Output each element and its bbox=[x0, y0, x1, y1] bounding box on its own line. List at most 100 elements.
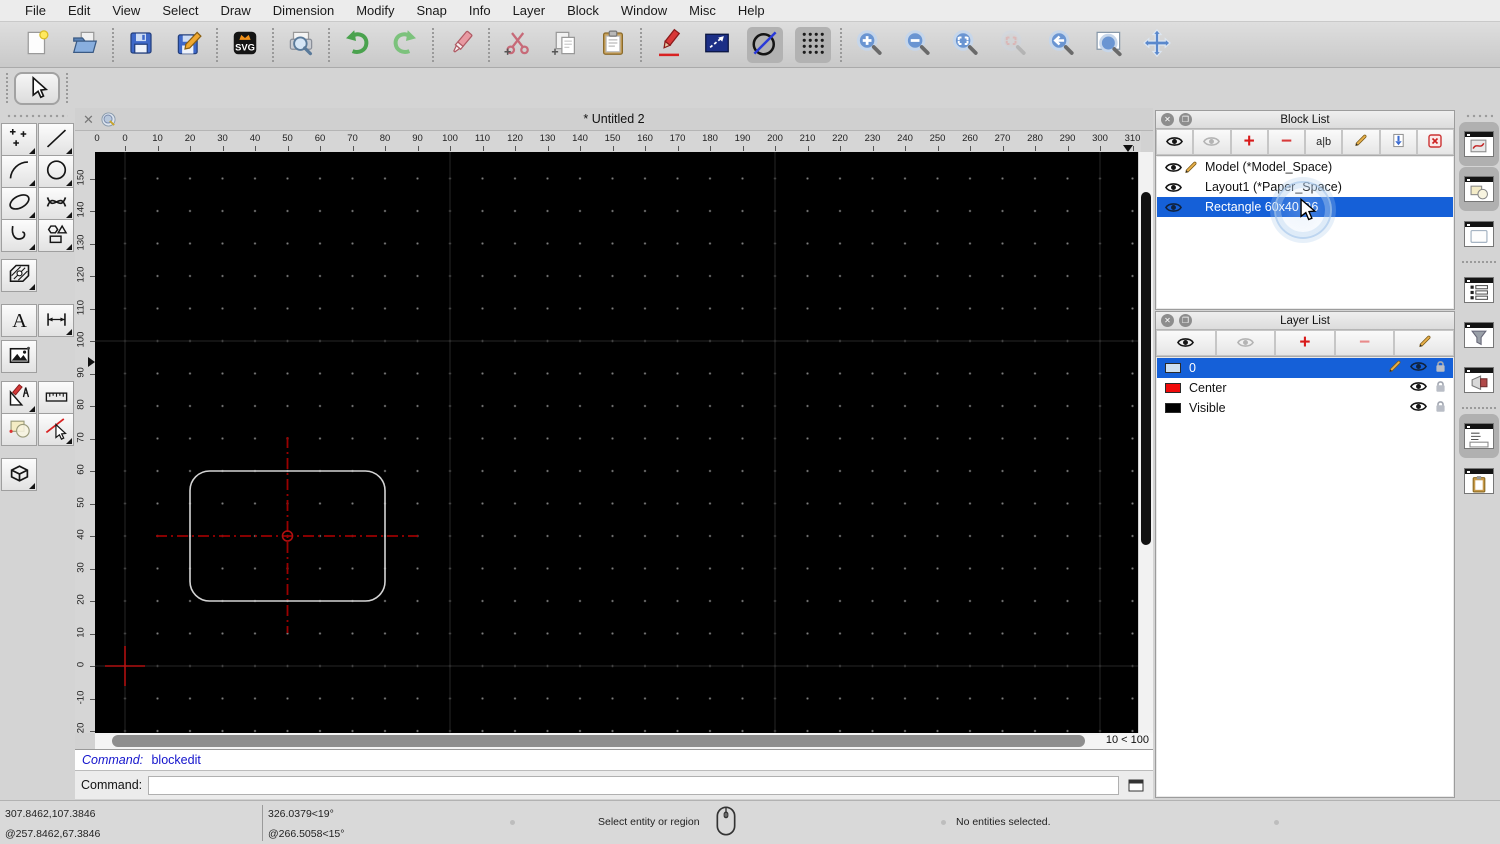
undo-button[interactable] bbox=[339, 27, 375, 63]
zoom-selection-button[interactable] bbox=[995, 27, 1031, 63]
delete-entities-button[interactable] bbox=[443, 27, 479, 63]
grid-toggle-button[interactable] bbox=[795, 27, 831, 63]
visibility-eye-icon[interactable] bbox=[1165, 162, 1183, 173]
command-input[interactable] bbox=[148, 776, 1119, 795]
insert-block-button[interactable] bbox=[1380, 129, 1417, 155]
circle-tool-button[interactable] bbox=[38, 155, 74, 188]
menu-draw[interactable]: Draw bbox=[209, 0, 261, 22]
block-3d-tool-button[interactable] bbox=[1, 458, 37, 491]
add-layer-button[interactable]: + bbox=[1275, 330, 1335, 356]
text-tool-button[interactable]: A bbox=[1, 304, 37, 337]
add-block-button[interactable]: + bbox=[1231, 129, 1268, 155]
visibility-eye-icon[interactable] bbox=[1165, 182, 1183, 193]
menu-select[interactable]: Select bbox=[151, 0, 209, 22]
ellipse-tool-button[interactable] bbox=[1, 187, 37, 220]
menu-misc[interactable]: Misc bbox=[678, 0, 727, 22]
shape-tool-button[interactable] bbox=[38, 219, 74, 252]
dimension-tool-button[interactable] bbox=[38, 304, 74, 337]
open-file-button[interactable] bbox=[67, 27, 103, 63]
show-all-layers-button[interactable] bbox=[1156, 330, 1216, 356]
arc-tool-button[interactable] bbox=[1, 155, 37, 188]
line-tool-button[interactable] bbox=[38, 123, 74, 156]
image-tool-button[interactable] bbox=[1, 340, 37, 373]
remove-layer-button[interactable]: − bbox=[1335, 330, 1395, 356]
projector-dock-toggle-button[interactable] bbox=[1459, 358, 1499, 402]
selection-tool-button[interactable] bbox=[14, 72, 60, 105]
menu-modify[interactable]: Modify bbox=[345, 0, 405, 22]
vertical-scrollbar[interactable] bbox=[1138, 152, 1153, 733]
properties-button[interactable] bbox=[699, 27, 735, 63]
menu-file[interactable]: File bbox=[14, 0, 57, 22]
save-button[interactable] bbox=[123, 27, 159, 63]
paste-button[interactable] bbox=[595, 27, 631, 63]
menu-edit[interactable]: Edit bbox=[57, 0, 101, 22]
filter-dock-toggle-button[interactable] bbox=[1459, 313, 1499, 357]
visibility-eye-icon[interactable] bbox=[1165, 202, 1183, 213]
visibility-eye-icon[interactable] bbox=[1410, 401, 1427, 415]
command-dock-toggle-button[interactable] bbox=[1459, 414, 1499, 458]
menu-layer[interactable]: Layer bbox=[502, 0, 557, 22]
menu-help[interactable]: Help bbox=[727, 0, 776, 22]
hatch-tool-button[interactable] bbox=[1, 259, 37, 292]
menu-info[interactable]: Info bbox=[458, 0, 502, 22]
svg-export-button[interactable]: SVG bbox=[227, 27, 263, 63]
shapes-dock-toggle-button[interactable] bbox=[1459, 167, 1499, 211]
new-file-button[interactable] bbox=[19, 27, 55, 63]
modify-tool-button[interactable] bbox=[1, 413, 37, 446]
show-all-blocks-button[interactable] bbox=[1156, 129, 1193, 155]
spline-tool-button[interactable] bbox=[38, 187, 74, 220]
redo-button[interactable] bbox=[387, 27, 423, 63]
select-entity-tool-button[interactable] bbox=[38, 413, 74, 446]
toolbar-drag-handle[interactable] bbox=[6, 73, 8, 103]
cut-button[interactable] bbox=[499, 27, 535, 63]
layer-list-row[interactable]: 0 bbox=[1157, 358, 1453, 378]
edit-layer-button[interactable] bbox=[1394, 330, 1454, 356]
menu-window[interactable]: Window bbox=[610, 0, 678, 22]
edit-pencil-icon[interactable] bbox=[1183, 160, 1205, 175]
clipboard-dock-toggle-button[interactable] bbox=[1459, 459, 1499, 503]
layer-color-swatch[interactable] bbox=[1165, 363, 1181, 373]
remove-block-button[interactable]: − bbox=[1268, 129, 1305, 155]
delete-block-button[interactable] bbox=[1417, 129, 1454, 155]
painter-dock-toggle-button[interactable] bbox=[1459, 122, 1499, 166]
visibility-eye-icon[interactable] bbox=[1410, 381, 1427, 395]
menu-snap[interactable]: Snap bbox=[406, 0, 458, 22]
drawing-canvas[interactable] bbox=[95, 152, 1138, 733]
rename-block-button[interactable]: a|b bbox=[1305, 129, 1342, 155]
zoom-auto-button[interactable] bbox=[947, 27, 983, 63]
zoom-window-button[interactable] bbox=[1091, 27, 1127, 63]
horizontal-scrollbar[interactable]: 10 < 100 bbox=[95, 733, 1153, 749]
menu-dimension[interactable]: Dimension bbox=[262, 0, 345, 22]
polyline-tool-button[interactable] bbox=[1, 219, 37, 252]
draft-mode-button[interactable] bbox=[747, 27, 783, 63]
point-tool-button[interactable] bbox=[1, 123, 37, 156]
print-preview-button[interactable] bbox=[283, 27, 319, 63]
menu-block[interactable]: Block bbox=[556, 0, 610, 22]
toolbar-drag-handle[interactable] bbox=[66, 73, 68, 103]
edit-block-button[interactable] bbox=[1342, 129, 1379, 155]
block-list-row[interactable]: Model (*Model_Space) bbox=[1157, 157, 1453, 177]
layer-list-row[interactable]: Center bbox=[1157, 378, 1453, 398]
zoom-previous-button[interactable] bbox=[1043, 27, 1079, 63]
menu-view[interactable]: View bbox=[101, 0, 151, 22]
copy-button[interactable] bbox=[547, 27, 583, 63]
palette-drag-handle[interactable] bbox=[6, 114, 68, 118]
lock-icon[interactable] bbox=[1435, 400, 1446, 416]
lock-icon[interactable] bbox=[1435, 380, 1446, 396]
layer-color-swatch[interactable] bbox=[1165, 383, 1181, 393]
library-dock-toggle-button[interactable] bbox=[1459, 212, 1499, 256]
vertical-scroll-thumb[interactable] bbox=[1141, 192, 1151, 545]
detach-command-widget-button[interactable] bbox=[1125, 776, 1147, 794]
lock-icon[interactable] bbox=[1435, 360, 1446, 376]
layer-list-row[interactable]: Visible bbox=[1157, 398, 1453, 418]
zoom-out-button[interactable] bbox=[899, 27, 935, 63]
list-dock-toggle-button[interactable] bbox=[1459, 268, 1499, 312]
horizontal-scroll-thumb[interactable] bbox=[112, 735, 1085, 747]
measure-tool-button[interactable] bbox=[38, 381, 74, 414]
hide-all-layers-button[interactable] bbox=[1216, 330, 1276, 356]
zoom-pan-button[interactable] bbox=[1139, 27, 1175, 63]
edit-pencil-icon[interactable] bbox=[1387, 359, 1402, 377]
dock-drag-handle[interactable] bbox=[1465, 114, 1493, 118]
draw-misc-tool-button[interactable] bbox=[1, 381, 37, 414]
visibility-eye-icon[interactable] bbox=[1410, 361, 1427, 375]
